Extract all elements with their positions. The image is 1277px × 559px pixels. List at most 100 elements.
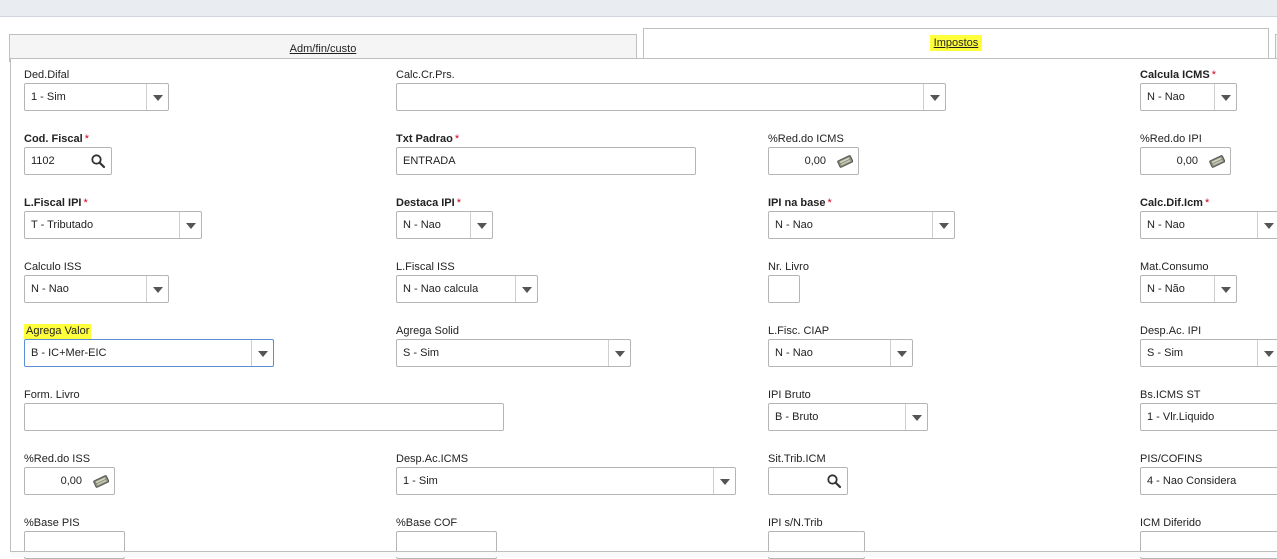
field-label: Agrega Solid — [396, 325, 459, 337]
chevron-down-icon[interactable] — [470, 212, 492, 238]
chevron-down-icon[interactable] — [146, 276, 168, 302]
required-marker: * — [454, 133, 460, 145]
nr-livro-input[interactable] — [768, 275, 800, 303]
form-livro-input[interactable] — [24, 403, 504, 431]
input-value: 1102 — [31, 155, 55, 167]
field-label: Calcula ICMS * — [1140, 69, 1216, 81]
chevron-down-icon[interactable] — [923, 84, 945, 110]
chevron-down-icon[interactable] — [890, 340, 912, 366]
select-value: 4 - Nao Considera — [1147, 475, 1237, 487]
txt-padrao-input[interactable]: ENTRADA — [396, 147, 696, 175]
ipi-na-base-select[interactable]: N - Nao — [768, 211, 955, 239]
desp-ac-ipi-select[interactable]: S - Sim — [1140, 339, 1277, 367]
l-fiscal-iss-select[interactable]: N - Nao calcula — [396, 275, 538, 303]
chevron-down-icon[interactable] — [932, 212, 954, 238]
select-value: N - Nao calcula — [403, 283, 479, 295]
input-value: 0,00 — [60, 475, 82, 487]
calc-cr-prs-select[interactable] — [396, 83, 946, 111]
calculator-icon[interactable] — [1209, 153, 1225, 169]
field-label: Form. Livro — [24, 389, 80, 401]
required-marker: * — [456, 197, 461, 209]
select-value: B - Bruto — [775, 411, 819, 423]
field-label: Nr. Livro — [768, 261, 809, 273]
select-value: S - Sim — [1147, 347, 1184, 359]
field-label: Bs.ICMS ST — [1140, 389, 1201, 401]
magnifier-icon[interactable] — [826, 473, 842, 489]
select-value: N - Nao — [31, 283, 69, 295]
select-value: 1 - Sim — [403, 475, 438, 487]
select-value: 1 - Sim — [31, 91, 66, 103]
l-fiscal-ipi-select[interactable]: T - Tributado — [24, 211, 202, 239]
ded-difal-select[interactable]: 1 - Sim — [24, 83, 169, 111]
mat-consumo-select[interactable]: N - Não — [1140, 275, 1237, 303]
select-value: S - Sim — [403, 347, 440, 359]
ipi-bruto-select[interactable]: B - Bruto — [768, 403, 928, 431]
chevron-down-icon[interactable] — [1257, 212, 1277, 238]
field-label: PIS/COFINS — [1140, 453, 1203, 465]
sit-trib-icm-input[interactable] — [768, 467, 848, 495]
select-value: N - Não — [1147, 283, 1185, 295]
tab-impostos[interactable]: Impostos — [643, 28, 1269, 59]
chevron-down-icon[interactable] — [1214, 84, 1236, 110]
field-label: L.Fiscal IPI * — [24, 197, 88, 209]
calc-dif-icm-select[interactable]: N - Nao — [1140, 211, 1277, 239]
required-marker: * — [827, 197, 832, 209]
field-label: IPI s/N.Trib — [768, 517, 823, 529]
chevron-down-icon[interactable] — [713, 468, 735, 494]
red-iss-input[interactable]: 0,00 — [24, 467, 115, 495]
input-value: ENTRADA — [403, 155, 456, 167]
chevron-down-icon[interactable] — [608, 340, 630, 366]
impostos-panel: Ded.Difal 1 - Sim Calc.Cr.Prs. Calcula I… — [10, 58, 1277, 559]
field-label: Mat.Consumo — [1140, 261, 1209, 273]
magnifier-icon[interactable] — [90, 153, 106, 169]
chevron-down-icon[interactable] — [146, 84, 168, 110]
agrega-valor-select[interactable]: B - IC+Mer-EIC — [24, 339, 274, 367]
field-label: Desp.Ac. IPI — [1140, 325, 1202, 337]
pis-cofins-select[interactable]: 4 - Nao Considera — [1140, 467, 1277, 495]
required-marker: * — [83, 197, 88, 209]
field-label: Txt Padrao * — [396, 133, 460, 145]
field-label: Sit.Trib.ICM — [768, 453, 826, 465]
desp-ac-icms-select[interactable]: 1 - Sim — [396, 467, 736, 495]
required-marker: * — [1211, 69, 1216, 81]
field-label: IPI Bruto — [768, 389, 811, 401]
top-gap — [0, 17, 1277, 27]
select-value: 1 - Vlr.Liquido — [1147, 411, 1215, 423]
field-label: %Red.do ICMS — [768, 133, 844, 145]
bs-icms-st-select[interactable]: 1 - Vlr.Liquido — [1140, 403, 1277, 431]
field-label: Ded.Difal — [24, 69, 70, 81]
chevron-down-icon[interactable] — [1214, 276, 1236, 302]
required-marker: * — [84, 133, 89, 145]
calculator-icon[interactable] — [93, 473, 109, 489]
field-label: Desp.Ac.ICMS — [396, 453, 469, 465]
red-ipi-input[interactable]: 0,00 — [1140, 147, 1231, 175]
calcula-icms-select[interactable]: N - Nao — [1140, 83, 1237, 111]
select-value: T - Tributado — [31, 219, 94, 231]
field-label: Destaca IPI * — [396, 197, 461, 209]
calculator-icon[interactable] — [837, 153, 853, 169]
field-label: L.Fisc. CIAP — [768, 325, 830, 337]
select-value: N - Nao — [403, 219, 441, 231]
cod-fiscal-input[interactable]: 1102 — [24, 147, 112, 175]
red-icms-input[interactable]: 0,00 — [768, 147, 859, 175]
chevron-down-icon[interactable] — [515, 276, 537, 302]
field-label: L.Fiscal ISS — [396, 261, 455, 273]
field-label: %Red.do IPI — [1140, 133, 1202, 145]
field-label: %Red.do ISS — [24, 453, 91, 465]
calculo-iss-select[interactable]: N - Nao — [24, 275, 169, 303]
chevron-down-icon[interactable] — [1257, 340, 1277, 366]
field-label: %Base PIS — [24, 517, 80, 529]
chevron-down-icon[interactable] — [251, 340, 273, 366]
input-value: 0,00 — [804, 155, 826, 167]
bottom-divider — [10, 551, 1277, 557]
chevron-down-icon[interactable] — [905, 404, 927, 430]
agrega-solid-select[interactable]: S - Sim — [396, 339, 631, 367]
chevron-down-icon[interactable] — [179, 212, 201, 238]
field-label: Calc.Cr.Prs. — [396, 69, 455, 81]
field-label: Cod. Fiscal * — [24, 133, 89, 145]
select-value: N - Nao — [775, 347, 813, 359]
field-label: %Base COF — [396, 517, 458, 529]
tab-label: Impostos — [929, 35, 983, 51]
l-fisc-ciap-select[interactable]: N - Nao — [768, 339, 913, 367]
destaca-ipi-select[interactable]: N - Nao — [396, 211, 493, 239]
